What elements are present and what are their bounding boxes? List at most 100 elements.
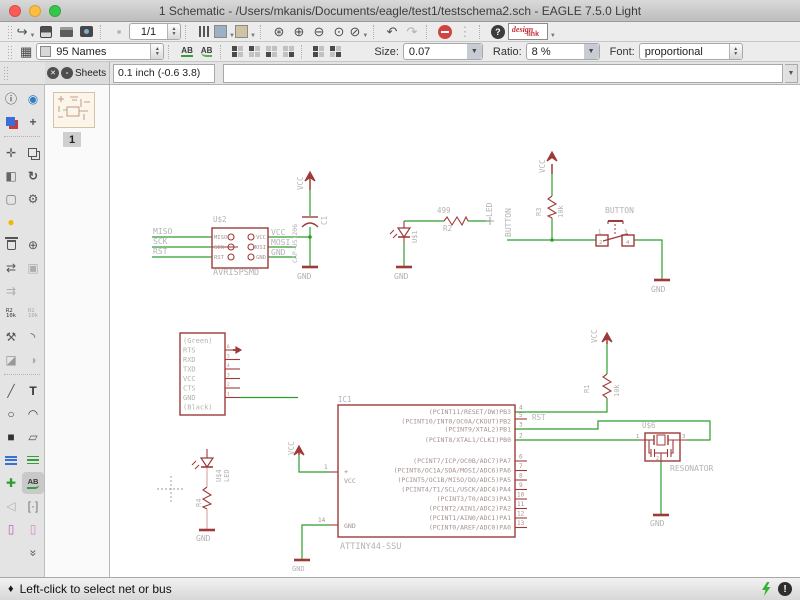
show-tool[interactable]: ◉ xyxy=(22,88,44,110)
value-tool[interactable]: R2 10k xyxy=(22,303,44,325)
stop-button[interactable] xyxy=(435,23,455,41)
text-origin-icon-1[interactable] xyxy=(232,46,244,57)
mark-tool[interactable]: + xyxy=(22,111,44,133)
delete-tool[interactable] xyxy=(0,234,22,256)
layer-preset-toggle[interactable]: ▼ xyxy=(234,23,256,41)
use-library-button[interactable] xyxy=(194,23,214,41)
zoom-window-button[interactable] xyxy=(49,4,61,17)
toolbar-drag-handle[interactable] xyxy=(7,24,13,39)
detach-panel-icon[interactable]: ▫ xyxy=(61,67,73,79)
zoom-select-button[interactable]: ⊘ ▼ xyxy=(349,23,369,41)
export-image-button[interactable] xyxy=(76,23,96,41)
sheets-panel-tab[interactable]: ✕ ▫ Sheets xyxy=(45,62,110,84)
erc-errors-icon[interactable]: ! xyxy=(778,582,792,596)
svg-text:MOSI: MOSI xyxy=(253,245,266,251)
miter-tool[interactable]: ◝ xyxy=(22,326,44,348)
save-button[interactable] xyxy=(36,23,56,41)
command-history-dropdown[interactable]: ▼ xyxy=(785,63,798,83)
text-origin-icon-4[interactable] xyxy=(283,46,295,57)
svg-text:(PCINT11/RESET/DW)PB3: (PCINT11/RESET/DW)PB3 xyxy=(429,408,511,416)
pinswap-tool[interactable]: ⇄ xyxy=(0,257,22,279)
svg-text:6: 6 xyxy=(519,454,523,461)
print-button[interactable] xyxy=(56,23,76,41)
move-tool[interactable]: ✛ xyxy=(0,142,22,164)
stepper-icon[interactable]: ▲ ▼ xyxy=(150,44,164,59)
rect-tool[interactable]: ■ xyxy=(0,426,22,448)
text-origin-group xyxy=(229,44,344,59)
command-input[interactable] xyxy=(223,63,783,83)
zoom-fit-button[interactable]: ⊛ xyxy=(269,23,289,41)
name-tool[interactable]: R2 10k xyxy=(0,303,22,325)
arc-tool[interactable]: ◠ xyxy=(22,403,44,425)
toolbar-drag-handle[interactable] xyxy=(7,44,13,59)
display-layers-tool[interactable] xyxy=(0,111,22,133)
chevron-down-icon[interactable]: ▼ xyxy=(466,44,482,59)
schematic-board-toggle[interactable]: ▼ xyxy=(214,23,235,41)
group-tool[interactable]: ▢ xyxy=(0,188,22,210)
svg-text:VCC: VCC xyxy=(538,159,547,173)
minimize-window-button[interactable] xyxy=(29,4,41,17)
change-tool[interactable]: ⚙ xyxy=(22,188,44,210)
gateswap-tool[interactable]: ⇉ xyxy=(0,280,22,302)
close-window-button[interactable] xyxy=(9,4,21,17)
zoom-in-button[interactable]: ⊕ xyxy=(289,23,309,41)
text-origin-icon-5[interactable] xyxy=(313,46,325,57)
sheet-pin-icon[interactable]: ▪ xyxy=(109,23,129,41)
svg-text:VCC: VCC xyxy=(590,329,599,343)
font-select[interactable]: proportional ▲ ▼ xyxy=(638,43,743,60)
font-label: Font: xyxy=(609,45,635,58)
chevron-down-icon[interactable]: ▼ xyxy=(583,44,599,59)
help-button[interactable]: ? xyxy=(488,23,508,41)
design-link-button[interactable]: design link ▼ xyxy=(507,23,556,41)
junction-tool[interactable]: ✚ xyxy=(0,472,22,494)
svg-text:GND: GND xyxy=(297,272,312,281)
net-tool[interactable] xyxy=(22,449,44,471)
grid-button[interactable]: ▦ xyxy=(20,44,32,60)
more-tools-button[interactable]: » xyxy=(22,541,44,563)
bus-tool[interactable] xyxy=(0,449,22,471)
copy-tool[interactable] xyxy=(22,142,44,164)
info-tool[interactable]: ⓘ xyxy=(0,88,22,110)
open-button[interactable]: ↪ ▼ xyxy=(16,23,36,41)
paste-tool[interactable]: ● xyxy=(0,211,22,233)
replace-tool[interactable]: ▣ xyxy=(22,257,44,279)
dimension-tool[interactable]: [·] xyxy=(22,495,44,517)
circle-tool[interactable]: ○ xyxy=(0,403,22,425)
ratio-select[interactable]: 8 % ▼ xyxy=(525,43,600,60)
attribute-tool[interactable]: ◁ xyxy=(0,495,22,517)
text-origin-icon-6[interactable] xyxy=(330,46,342,57)
errors-tool[interactable]: ▯ xyxy=(22,518,44,540)
text-origin-icon-3[interactable] xyxy=(266,46,278,57)
redo-button[interactable]: ↷ xyxy=(402,23,422,41)
wire-tool[interactable]: ╱ xyxy=(0,380,22,402)
label-style-1-button[interactable]: AB xyxy=(181,46,193,58)
mirror-tool[interactable]: ◧ xyxy=(0,165,22,187)
size-select[interactable]: 0.07 ▼ xyxy=(402,43,483,60)
schematic-canvas[interactable]: U$2 AVRISPSMD MISO SCK RST VCC MOSI GND MISO SCK R… xyxy=(110,85,800,577)
sheet-spinner[interactable]: 1/1 ▲ ▼ xyxy=(129,23,181,41)
undo-button[interactable]: ↶ xyxy=(382,23,402,41)
label-style-2-button[interactable]: AB xyxy=(200,46,213,58)
text-tool[interactable]: T xyxy=(22,380,44,402)
close-panel-icon[interactable]: ✕ xyxy=(47,67,59,79)
smash-tool[interactable]: ⚒ xyxy=(0,326,22,348)
sheet-number-badge[interactable]: 1 xyxy=(63,132,81,147)
drc-bolt-icon[interactable] xyxy=(760,581,772,597)
optimize-tool[interactable]: ◑ xyxy=(22,349,44,371)
run-indicator-icon[interactable]: ⋮ xyxy=(455,23,475,41)
sheet-thumbnail[interactable] xyxy=(53,92,95,128)
text-origin-icon-2[interactable] xyxy=(249,46,261,57)
erc-tool[interactable]: ▯ xyxy=(0,518,22,540)
label-tool[interactable]: AB xyxy=(22,472,44,494)
polygon-tool[interactable]: ▱ xyxy=(22,426,44,448)
svg-text:GND: GND xyxy=(394,272,409,281)
split-tool[interactable]: ◪ xyxy=(0,349,22,371)
rotate-tool[interactable]: ↻ xyxy=(22,165,44,187)
zoom-redraw-button[interactable]: ⊙ xyxy=(329,23,349,41)
layer-select[interactable]: 95 Names ▲ ▼ xyxy=(36,43,165,60)
sheets-panel: 1 xyxy=(45,85,110,577)
add-part-tool[interactable]: ⊕ xyxy=(22,234,44,256)
svg-text:(PCINT3/T0/ADC3)PA3: (PCINT3/T0/ADC3)PA3 xyxy=(437,495,511,503)
zoom-out-button[interactable]: ⊖ xyxy=(309,23,329,41)
stepper-icon[interactable]: ▲ ▼ xyxy=(728,44,742,59)
